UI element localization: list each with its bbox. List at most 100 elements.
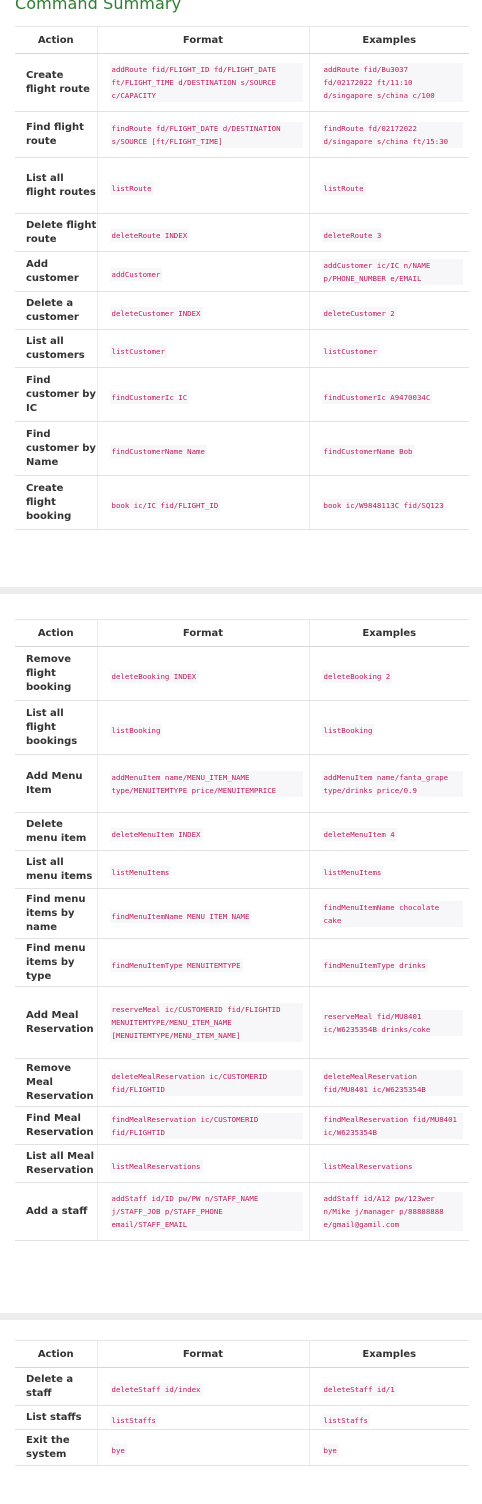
format-cell: bye bbox=[96, 1429, 309, 1466]
format-code: findRoute fd/FLIGHT_DATE d/DESTINATION s… bbox=[109, 121, 303, 148]
section-divider bbox=[0, 1313, 482, 1320]
example-cell: listMenuItems bbox=[308, 850, 469, 889]
example-code: listStaffs bbox=[321, 1414, 370, 1427]
example-code: listCustomer bbox=[321, 345, 379, 358]
action-cell: Add customer bbox=[15, 251, 97, 292]
action-cell: Exit the system bbox=[15, 1429, 97, 1466]
table-row: Find flight route findRoute fd/FLIGHT_DAT… bbox=[15, 111, 469, 158]
example-code: findMenuItemType drinks bbox=[321, 959, 428, 972]
header-action: Action bbox=[15, 1340, 97, 1368]
table-row: Add Meal Reservation reserveMeal ic/CUSTO… bbox=[15, 986, 469, 1059]
format-code: reserveMeal ic/CUSTOMERID fid/FLIGHTID M… bbox=[109, 1003, 303, 1042]
format-code: listRoute bbox=[109, 182, 154, 195]
header-examples: Examples bbox=[308, 619, 469, 647]
format-cell: addRoute fid/FLIGHT_ID fd/FLIGHT_DATE ft… bbox=[96, 53, 309, 112]
page-title: Command Summary bbox=[15, 0, 182, 13]
action-cell: List all customers bbox=[15, 329, 97, 368]
format-cell: addStaff id/ID pw/PW n/STAFF_NAME j/STAF… bbox=[96, 1182, 309, 1241]
command-table-2: Action Format Examples Remove flight bookin… bbox=[15, 619, 469, 1241]
format-cell: listBooking bbox=[96, 700, 309, 755]
table-row: Delete menu item deleteMenuItem INDEX dele… bbox=[15, 812, 469, 851]
table-row: Add customer addCustomer addCustomer ic/IC… bbox=[15, 251, 469, 292]
table-row: Exit the system bye bye bbox=[15, 1429, 469, 1466]
example-cell: listStaffs bbox=[308, 1405, 469, 1430]
table-row: Remove flight booking deleteBooking INDEX… bbox=[15, 646, 469, 701]
format-code: deleteBooking INDEX bbox=[109, 670, 199, 683]
example-code: addCustomer ic/IC n/NAME p/PHONE_NUMBER … bbox=[321, 258, 463, 285]
action-cell: Remove Meal Reservation bbox=[15, 1058, 97, 1107]
table-row: Find menu items by type findMenuItemType … bbox=[15, 938, 469, 987]
example-cell: findCustomerName Bob bbox=[308, 421, 469, 476]
format-cell: reserveMeal ic/CUSTOMERID fid/FLIGHTID M… bbox=[96, 986, 309, 1059]
example-code: deleteCustomer 2 bbox=[321, 307, 397, 320]
action-cell: Delete a staff bbox=[15, 1367, 97, 1406]
example-cell: listCustomer bbox=[308, 329, 469, 368]
format-code: findCustomerName Name bbox=[109, 445, 207, 458]
action-cell: Remove flight booking bbox=[15, 646, 97, 701]
format-code: addRoute fid/FLIGHT_ID fd/FLIGHT_DATE ft… bbox=[109, 63, 303, 102]
action-cell: Create flight booking bbox=[15, 475, 97, 530]
example-cell: deleteMealReservation fid/MU8401 ic/W623… bbox=[308, 1058, 469, 1107]
format-code: addMenuItem name/MENU_ITEM_NAME type/MEN… bbox=[109, 770, 303, 797]
table-row: Create flight booking book ic/IC fid/FLIG… bbox=[15, 475, 469, 530]
format-code: bye bbox=[109, 1444, 127, 1457]
action-cell: Add Menu Item bbox=[15, 754, 97, 813]
header-action: Action bbox=[15, 619, 97, 647]
format-code: findMealReservation ic/CUSTOMERID fid/FL… bbox=[109, 1112, 303, 1139]
action-cell: List all flight bookings bbox=[15, 700, 97, 755]
action-cell: List all Meal Reservation bbox=[15, 1144, 97, 1183]
action-cell: Add a staff bbox=[15, 1182, 97, 1241]
action-cell: Find flight route bbox=[15, 111, 97, 158]
format-cell: listMealReservations bbox=[96, 1144, 309, 1183]
example-cell: listRoute bbox=[308, 157, 469, 214]
example-code: findMealReservation fid/MU8401 ic/W62353… bbox=[321, 1112, 463, 1139]
example-cell: findCustomerIc A9470034C bbox=[308, 367, 469, 422]
table-row: Find customer by IC findCustomerIc IC find… bbox=[15, 367, 469, 422]
format-cell: deleteStaff id/index bbox=[96, 1367, 309, 1406]
format-code: findMenuItemType MENUITEMTYPE bbox=[109, 959, 243, 972]
example-cell: deleteCustomer 2 bbox=[308, 291, 469, 330]
format-code: listBooking bbox=[109, 724, 163, 737]
format-cell: findMenuItemType MENUITEMTYPE bbox=[96, 938, 309, 987]
example-code: deleteMealReservation fid/MU8401 ic/W623… bbox=[321, 1069, 463, 1096]
example-code: findCustomerIc A9470034C bbox=[321, 391, 433, 404]
header-format: Format bbox=[96, 26, 309, 54]
example-code: listMenuItems bbox=[321, 866, 384, 879]
format-cell: findRoute fd/FLIGHT_DATE d/DESTINATION s… bbox=[96, 111, 309, 158]
example-code: deleteRoute 3 bbox=[321, 229, 384, 242]
format-cell: deleteMealReservation ic/CUSTOMERID fid/… bbox=[96, 1058, 309, 1107]
example-code: listRoute bbox=[321, 182, 366, 195]
format-cell: book ic/IC fid/FLIGHT_ID bbox=[96, 475, 309, 530]
header-format: Format bbox=[96, 1340, 309, 1368]
action-cell: Delete a customer bbox=[15, 291, 97, 330]
table-row: Delete a staff deleteStaff id/index delete… bbox=[15, 1367, 469, 1406]
example-cell: reserveMeal fid/MU8401 ic/W6235354B drin… bbox=[308, 986, 469, 1059]
format-code: book ic/IC fid/FLIGHT_ID bbox=[109, 499, 221, 512]
example-cell: deleteMenuItem 4 bbox=[308, 812, 469, 851]
format-code: listMealReservations bbox=[109, 1160, 203, 1173]
section-divider bbox=[0, 587, 482, 594]
format-code: findMenuItemName MENU ITEM NAME bbox=[109, 910, 252, 923]
format-cell: findCustomerName Name bbox=[96, 421, 309, 476]
table-row: Find menu items by name findMenuItemName … bbox=[15, 888, 469, 939]
format-cell: listCustomer bbox=[96, 329, 309, 368]
action-cell: List all flight routes bbox=[15, 157, 97, 214]
example-code: findMenuItemName chocolate cake bbox=[321, 900, 463, 927]
example-code: findCustomerName Bob bbox=[321, 445, 415, 458]
action-cell: Find menu items by name bbox=[15, 888, 97, 939]
example-code: addMenuItem name/fanta_grape type/drinks… bbox=[321, 770, 463, 797]
example-code: deleteBooking 2 bbox=[321, 670, 393, 683]
example-cell: deleteRoute 3 bbox=[308, 213, 469, 252]
table-row: Find customer by Name findCustomerName Na… bbox=[15, 421, 469, 476]
action-cell: List staffs bbox=[15, 1405, 97, 1430]
table-row: Delete a customer deleteCustomer INDEX del… bbox=[15, 291, 469, 330]
table-row: List all flight bookings listBooking listB… bbox=[15, 700, 469, 755]
action-cell: List all menu items bbox=[15, 850, 97, 889]
table-header-row: Action Format Examples bbox=[15, 26, 469, 54]
format-cell: findCustomerIc IC bbox=[96, 367, 309, 422]
table-row: List all customers listCustomer listCustom… bbox=[15, 329, 469, 368]
format-cell: listStaffs bbox=[96, 1405, 309, 1430]
table-row: Add Menu Item addMenuItem name/MENU_ITEM_… bbox=[15, 754, 469, 813]
command-table-1: Action Format Examples Create flight route a… bbox=[15, 26, 469, 530]
example-code: addRoute fid/Bu3037 fd/02172022 ft/11:10… bbox=[321, 63, 463, 102]
